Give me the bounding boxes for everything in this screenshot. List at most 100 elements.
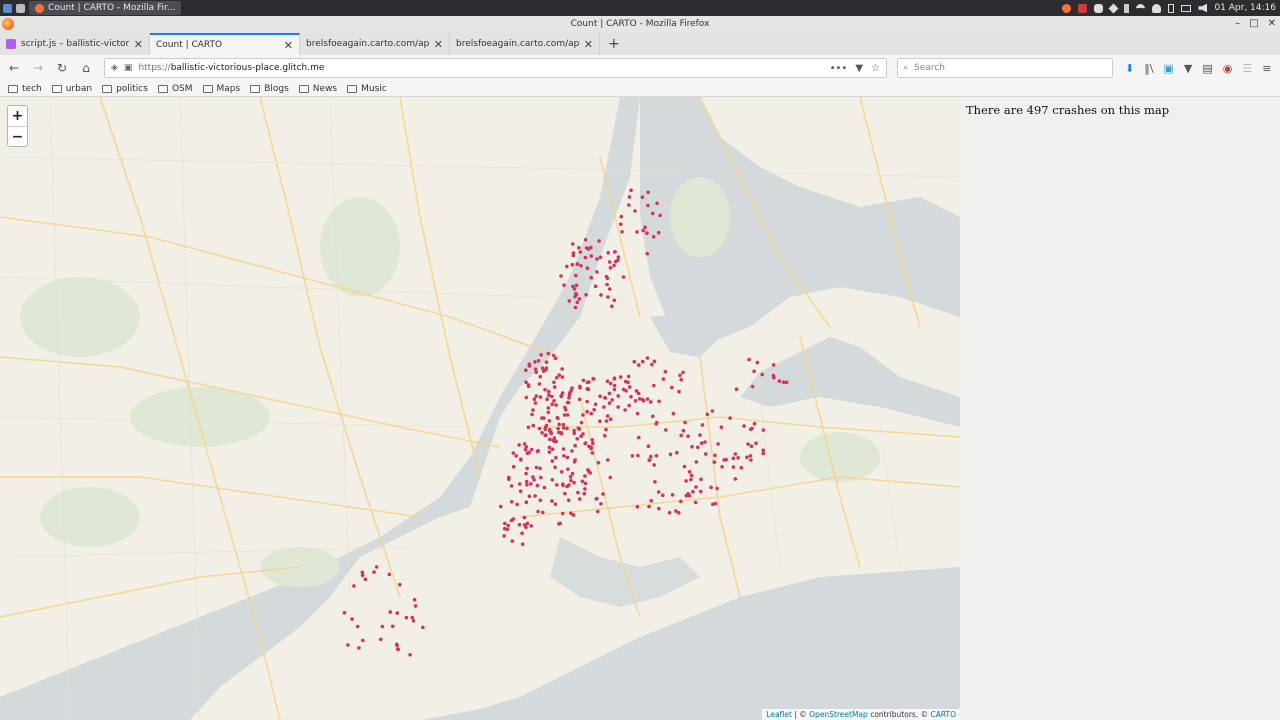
crash-marker[interactable] (633, 399, 638, 403)
crash-marker[interactable] (601, 492, 605, 496)
bookmark-folder-maps[interactable]: Maps (202, 84, 240, 94)
crash-marker[interactable] (524, 471, 528, 476)
crash-marker[interactable] (657, 506, 661, 511)
crash-marker[interactable] (693, 500, 698, 505)
crash-marker[interactable] (733, 477, 738, 481)
page-actions-icon[interactable]: ••• (830, 63, 848, 74)
crash-marker[interactable] (633, 209, 637, 213)
crash-marker[interactable] (629, 394, 633, 399)
tab-count-carto[interactable]: Count | CARTO ✕ (150, 33, 300, 55)
crash-marker[interactable] (581, 378, 586, 383)
crash-marker[interactable] (658, 213, 662, 218)
crash-marker[interactable] (619, 214, 624, 219)
crash-marker[interactable] (572, 480, 576, 485)
crash-marker[interactable] (602, 405, 606, 409)
crash-marker[interactable] (645, 251, 649, 256)
crash-marker[interactable] (694, 485, 698, 489)
crash-marker[interactable] (387, 572, 392, 577)
crash-marker[interactable] (363, 577, 368, 581)
crash-marker[interactable] (687, 494, 692, 498)
crash-marker[interactable] (562, 283, 566, 287)
crash-marker[interactable] (777, 379, 782, 383)
crash-marker[interactable] (552, 380, 556, 385)
crash-marker[interactable] (561, 426, 566, 430)
crash-marker[interactable] (531, 423, 536, 428)
crash-marker[interactable] (623, 408, 627, 412)
crash-marker[interactable] (689, 477, 693, 482)
crash-marker[interactable] (656, 230, 661, 235)
crash-marker[interactable] (784, 380, 789, 385)
crash-marker[interactable] (748, 427, 753, 432)
crash-marker[interactable] (754, 441, 758, 446)
map-canvas[interactable] (0, 97, 960, 720)
crash-marker[interactable] (569, 388, 573, 393)
crash-marker[interactable] (509, 518, 514, 523)
crash-marker[interactable] (585, 266, 590, 270)
crash-marker[interactable] (555, 483, 559, 487)
home-icon[interactable]: ⌂ (76, 58, 96, 78)
crash-marker[interactable] (655, 201, 659, 206)
crash-marker[interactable] (554, 439, 558, 444)
crash-marker[interactable] (570, 449, 574, 453)
crash-marker[interactable] (750, 384, 755, 389)
crash-marker[interactable] (563, 491, 567, 496)
crash-marker[interactable] (507, 477, 511, 482)
crash-marker[interactable] (520, 542, 525, 546)
crash-marker[interactable] (537, 382, 542, 386)
crash-marker[interactable] (413, 604, 418, 608)
crash-marker[interactable] (346, 643, 350, 647)
crash-marker[interactable] (681, 370, 685, 375)
crash-marker[interactable] (637, 363, 641, 367)
bookmark-folder-news[interactable]: News (298, 84, 337, 94)
crash-marker[interactable] (652, 359, 657, 364)
crash-marker[interactable] (597, 239, 601, 243)
crash-marker[interactable] (538, 466, 542, 471)
crash-marker[interactable] (378, 637, 383, 642)
crash-marker[interactable] (523, 447, 528, 452)
crash-marker[interactable] (552, 385, 557, 389)
crash-marker[interactable] (612, 298, 617, 303)
crash-marker[interactable] (747, 357, 751, 362)
crash-marker[interactable] (598, 419, 602, 424)
crash-marker[interactable] (531, 475, 535, 479)
crash-marker[interactable] (547, 419, 552, 423)
crash-marker[interactable] (527, 494, 532, 499)
crash-marker[interactable] (627, 403, 631, 408)
new-tab-button[interactable]: + (600, 33, 628, 55)
crash-marker[interactable] (538, 374, 543, 379)
crash-marker[interactable] (524, 368, 528, 373)
crash-marker[interactable] (616, 405, 620, 409)
crash-marker[interactable] (527, 364, 532, 368)
crash-marker[interactable] (498, 504, 503, 509)
files-icon[interactable] (16, 3, 25, 13)
crash-marker[interactable] (663, 369, 668, 374)
crash-marker[interactable] (583, 255, 588, 260)
crash-marker[interactable] (699, 477, 703, 482)
crash-marker[interactable] (605, 414, 610, 418)
crash-marker[interactable] (550, 394, 554, 399)
crash-marker[interactable] (551, 353, 556, 358)
crash-marker[interactable] (703, 440, 707, 444)
crash-marker[interactable] (598, 394, 602, 399)
crash-marker[interactable] (715, 486, 719, 491)
crash-marker[interactable] (571, 242, 575, 246)
bookmark-folder-blogs[interactable]: Blogs (250, 84, 289, 94)
crash-marker[interactable] (421, 625, 425, 630)
crash-marker[interactable] (572, 431, 576, 436)
crash-marker[interactable] (713, 453, 717, 458)
crash-marker[interactable] (699, 441, 704, 446)
crash-marker[interactable] (616, 394, 620, 398)
crash-marker[interactable] (608, 265, 613, 270)
crash-marker[interactable] (681, 428, 686, 433)
crash-marker[interactable] (565, 400, 570, 405)
crash-marker[interactable] (675, 450, 679, 455)
crash-marker[interactable] (619, 222, 623, 226)
crash-marker[interactable] (667, 510, 672, 515)
crash-marker[interactable] (570, 262, 575, 267)
zoom-out-button[interactable]: − (8, 126, 27, 146)
crash-marker[interactable] (573, 443, 577, 448)
crash-marker[interactable] (554, 455, 558, 460)
crash-marker[interactable] (664, 428, 668, 432)
crash-marker[interactable] (572, 287, 577, 291)
crash-marker[interactable] (742, 424, 746, 428)
